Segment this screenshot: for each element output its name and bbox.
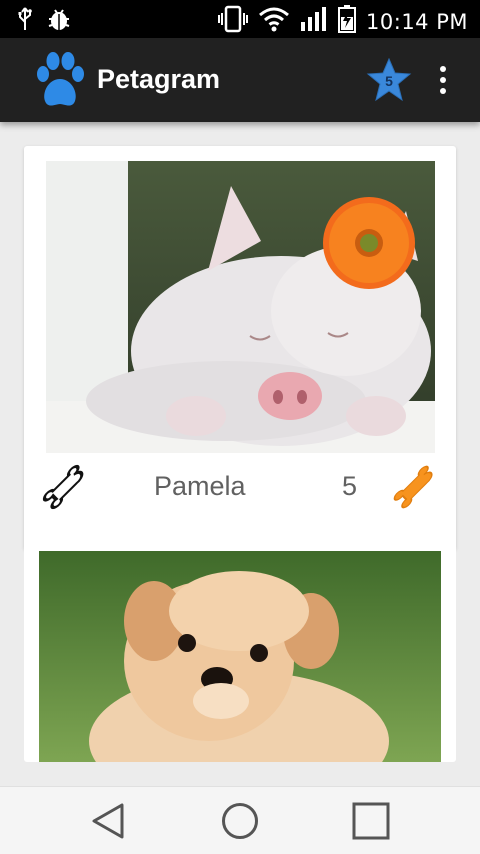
usb-icon — [18, 6, 32, 37]
bone-outline-icon — [38, 464, 92, 518]
favorites-count: 5 — [385, 73, 393, 89]
pet-list[interactable]: Pamela 5 — [0, 122, 480, 786]
home-button[interactable] — [220, 801, 260, 841]
back-triangle-icon — [89, 803, 129, 845]
battery-charging-icon — [338, 5, 357, 38]
like-button[interactable] — [38, 460, 92, 514]
pet-name: Pamela — [154, 471, 246, 501]
back-button[interactable] — [89, 801, 129, 841]
recents-button[interactable] — [351, 801, 391, 841]
pet-photo-pig — [46, 161, 435, 453]
pet-info-row: Pamela 5 — [24, 454, 456, 514]
pet-card: Pamela 5 — [24, 146, 456, 550]
more-vert-icon — [431, 66, 455, 100]
favorites-button[interactable]: 5 — [366, 57, 412, 102]
pet-photo-puppy — [39, 551, 441, 762]
wifi-icon — [258, 6, 290, 37]
pet-likes-count: 5 — [342, 471, 358, 501]
star-icon — [366, 57, 412, 106]
recents-square-icon — [351, 802, 391, 845]
home-circle-icon — [220, 803, 260, 845]
app-bar: Petagram 5 — [0, 38, 480, 122]
vibrate-icon — [218, 5, 249, 38]
bone-filled-icon — [388, 465, 442, 518]
debug-bug-icon — [46, 6, 72, 37]
status-time: 10:14 PM — [366, 9, 468, 34]
paw-icon — [34, 46, 86, 112]
status-bar: 10:14 PM — [0, 0, 480, 38]
overflow-menu-button[interactable] — [431, 64, 455, 96]
rating-bone — [388, 460, 442, 514]
signal-icon — [300, 6, 328, 37]
pet-card — [24, 526, 456, 762]
navigation-bar — [0, 786, 480, 854]
app-title: Petagram — [97, 64, 221, 94]
